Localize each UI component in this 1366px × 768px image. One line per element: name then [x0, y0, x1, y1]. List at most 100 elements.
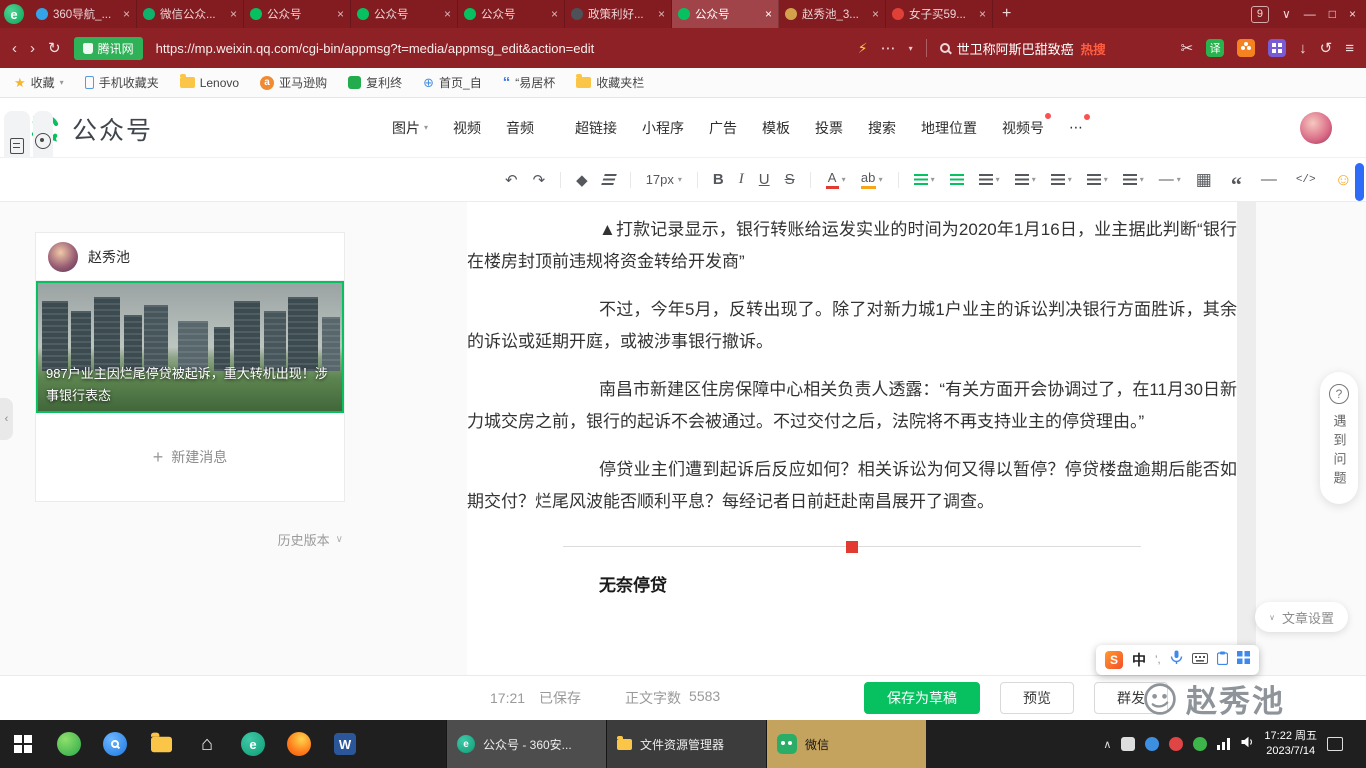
- browser-tab-active[interactable]: 公众号 ×: [672, 0, 779, 28]
- browser-tab[interactable]: 女子买59... ×: [886, 0, 993, 28]
- keyboard-icon[interactable]: [1191, 651, 1208, 669]
- paragraph-spacing-button[interactable]: ▾: [1050, 174, 1072, 185]
- browser-tab[interactable]: 公众号 ×: [458, 0, 565, 28]
- ime-language-toggle[interactable]: 中: [1132, 650, 1146, 670]
- ime-punctuation-toggle[interactable]: ’,: [1155, 654, 1161, 666]
- tab-close-icon[interactable]: ×: [979, 7, 986, 21]
- tray-icon-alert[interactable]: [1169, 737, 1184, 751]
- taskbar-clock[interactable]: 17:22 周五 2023/7/14: [1264, 729, 1317, 759]
- downloads-icon[interactable]: ↓: [1299, 40, 1307, 57]
- browser-tab[interactable]: 微信公众... ×: [137, 0, 244, 28]
- address-bar[interactable]: https://mp.weixin.qq.com/cgi-bin/appmsg?…: [156, 41, 845, 56]
- tab-close-icon[interactable]: ×: [658, 7, 665, 21]
- taskbar-task-browser-window[interactable]: e 公众号 - 360安...: [446, 720, 606, 768]
- browser-tab[interactable]: 政策利好... ×: [565, 0, 672, 28]
- tray-expand-icon[interactable]: ∧: [1103, 738, 1111, 751]
- format-painter-icon[interactable]: ◆: [576, 171, 588, 189]
- history-versions-link[interactable]: 历史版本 ∨: [35, 530, 345, 549]
- new-tab-button[interactable]: +: [993, 5, 1020, 23]
- clipboard-icon[interactable]: [1216, 651, 1228, 670]
- notification-center-icon[interactable]: [1327, 737, 1343, 751]
- network-icon[interactable]: [1217, 738, 1231, 750]
- preview-button[interactable]: 预览: [1000, 682, 1074, 714]
- menu-item-location[interactable]: 地理位置: [921, 118, 977, 138]
- menu-item-vote[interactable]: 投票: [815, 118, 843, 138]
- menu-item-ad[interactable]: 广告: [709, 118, 737, 138]
- page-scrollbar-thumb[interactable]: [1355, 163, 1364, 201]
- tray-icon-ime[interactable]: [1121, 737, 1136, 751]
- game-center-icon[interactable]: [1237, 39, 1256, 57]
- screenshot-scissors-icon[interactable]: ✂: [1181, 39, 1194, 57]
- new-message-button[interactable]: + 新建消息: [36, 413, 344, 501]
- taskbar-icon-browser[interactable]: e: [230, 720, 276, 768]
- tab-close-icon[interactable]: ×: [551, 7, 558, 21]
- highlight-button[interactable]: ab ▾: [860, 171, 883, 189]
- tab-list-icon[interactable]: ∨: [1282, 7, 1291, 21]
- article-editor-body[interactable]: ▲打款记录显示，银行转账给运发实业的时间为2020年1月16日，业主据此判断“银…: [467, 202, 1237, 675]
- tray-icon-safe[interactable]: [1193, 737, 1208, 751]
- article-card[interactable]: 987户业主因烂尾停贷被起诉，重大转机出现！涉事银行表态: [36, 281, 344, 413]
- bookmark-toolbar-folder[interactable]: 收藏夹栏: [576, 74, 644, 91]
- extensions-more-icon[interactable]: ⋯: [881, 39, 896, 57]
- toolbox-grid-icon[interactable]: [1236, 651, 1250, 669]
- line-height-button[interactable]: ▾: [1014, 174, 1036, 185]
- tab-close-icon[interactable]: ×: [765, 7, 772, 21]
- tab-close-icon[interactable]: ×: [337, 7, 344, 21]
- back-button[interactable]: ‹: [12, 40, 17, 57]
- apps-grid-icon[interactable]: [1268, 39, 1287, 57]
- article-settings-button[interactable]: ∨ 文章设置: [1255, 602, 1348, 632]
- tab-close-icon[interactable]: ×: [444, 7, 451, 21]
- menu-item-miniprogram[interactable]: 小程序: [642, 118, 684, 138]
- taskbar-icon-home[interactable]: ⌂: [184, 720, 230, 768]
- menu-item-template[interactable]: 模板: [762, 118, 790, 138]
- undo-icon[interactable]: ↶: [505, 171, 518, 189]
- tab-close-icon[interactable]: ×: [230, 7, 237, 21]
- bookmark-mobile-folder[interactable]: 手机收藏夹: [84, 74, 159, 91]
- speed-mode-icon[interactable]: ⚡: [858, 40, 868, 57]
- underline-button[interactable]: U: [759, 171, 770, 188]
- translate-icon[interactable]: 译: [1206, 39, 1225, 57]
- clear-format-icon[interactable]: [600, 174, 617, 185]
- sidebar-collapse-handle[interactable]: ‹: [0, 398, 13, 440]
- menu-item-image[interactable]: 图片 ▾: [392, 118, 428, 138]
- menu-icon[interactable]: ≡: [1345, 40, 1354, 57]
- hot-search-tag[interactable]: 热搜: [1081, 39, 1106, 58]
- justify-button[interactable]: ▾: [913, 174, 935, 185]
- minimize-icon[interactable]: —: [1304, 7, 1316, 21]
- divider-drag-handle[interactable]: [846, 540, 858, 553]
- list-button[interactable]: ▾: [1122, 174, 1144, 185]
- bold-button[interactable]: B: [713, 171, 724, 188]
- browser-tab[interactable]: 公众号 ×: [351, 0, 458, 28]
- browser-logo-icon[interactable]: e: [4, 4, 24, 24]
- menu-item-more[interactable]: ⋯: [1069, 114, 1091, 136]
- tray-icon-security[interactable]: [1145, 737, 1160, 751]
- bookmark-amazon[interactable]: a 亚马逊购: [260, 74, 327, 91]
- bookmark-homepage[interactable]: ⊕ 首页_自: [423, 74, 482, 91]
- search-hotword[interactable]: 世卫称阿斯巴甜致癌: [957, 39, 1074, 58]
- taskbar-task-wechat[interactable]: 微信: [766, 720, 926, 768]
- blockquote-icon[interactable]: “: [1231, 172, 1242, 195]
- emoji-icon[interactable]: ☺: [1335, 170, 1352, 190]
- menu-item-channels[interactable]: 视频号: [1002, 112, 1052, 138]
- menu-item-audio[interactable]: 音频: [506, 118, 534, 138]
- redo-icon[interactable]: ↷: [533, 171, 546, 189]
- maximize-icon[interactable]: □: [1329, 7, 1336, 21]
- tab-count-badge[interactable]: 9: [1250, 5, 1269, 23]
- help-feedback-button[interactable]: ? 遇到问题: [1320, 372, 1358, 504]
- browser-tab[interactable]: 公众号 ×: [244, 0, 351, 28]
- tab-close-icon[interactable]: ×: [872, 7, 879, 21]
- save-draft-button[interactable]: 保存为草稿: [864, 682, 980, 714]
- editor-scrollbar-track[interactable]: [1237, 202, 1256, 675]
- address-dropdown-icon[interactable]: ▾: [909, 44, 913, 53]
- browser-search-box[interactable]: 世卫称阿斯巴甜致癌 热搜: [939, 39, 1168, 58]
- dash-style-button[interactable]: — ▾: [1159, 171, 1181, 188]
- article-divider[interactable]: [563, 540, 1141, 553]
- taskbar-icon-firefox[interactable]: [276, 720, 322, 768]
- browser-tab[interactable]: 赵秀池_3... ×: [779, 0, 886, 28]
- volume-icon[interactable]: [1240, 735, 1254, 754]
- font-size-select[interactable]: 17px ▾: [646, 172, 682, 187]
- bookmark-fuli[interactable]: 复利终: [348, 74, 402, 91]
- italic-button[interactable]: I: [739, 171, 744, 188]
- bookmark-favorites[interactable]: ★ 收藏 ▾: [14, 74, 64, 91]
- session-restore-icon[interactable]: ↺: [1320, 39, 1333, 57]
